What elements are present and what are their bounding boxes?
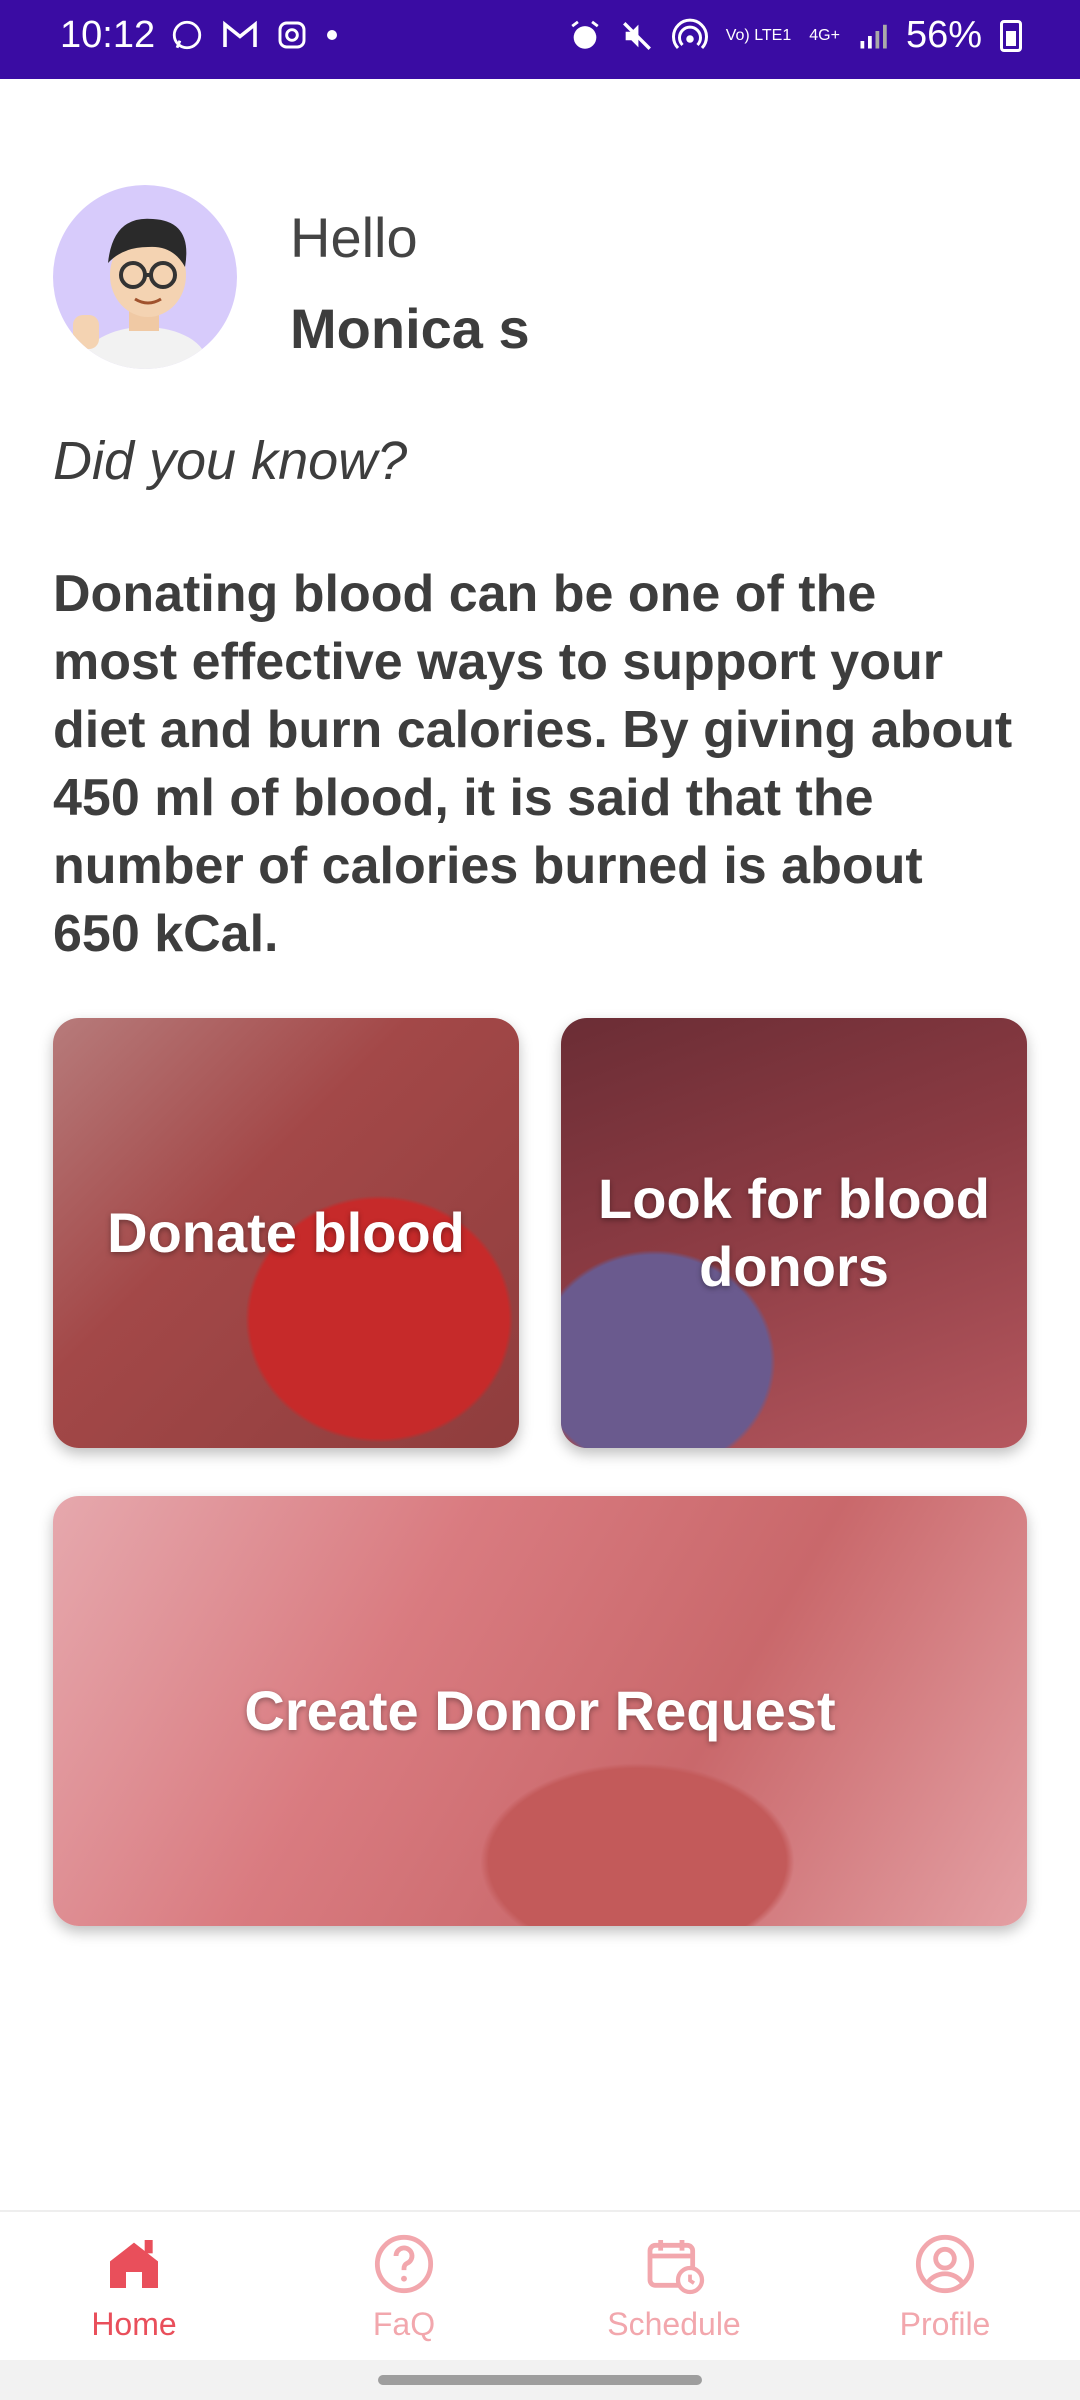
system-icons: Vo) LTE1 4G+ 56%	[568, 14, 1022, 57]
nav-profile[interactable]: Profile	[845, 2232, 1045, 2343]
nav-schedule-label: Schedule	[607, 2306, 741, 2342]
avatar[interactable]	[53, 185, 237, 369]
look-for-donors-label: Look for blood donors	[598, 1167, 990, 1298]
instagram-icon	[278, 21, 306, 49]
memoji-avatar-image	[73, 218, 207, 369]
question-icon	[374, 2234, 434, 2294]
gmail-icon	[223, 20, 257, 47]
status-time: 10:12	[60, 14, 156, 56]
nav-schedule[interactable]: Schedule	[574, 2232, 774, 2343]
look-for-donors-card[interactable]: Look for blood donors	[561, 1018, 1027, 1448]
user-name: Monica s	[290, 297, 530, 360]
dot-icon	[327, 30, 337, 40]
bottom-navigation: Home FaQ Schedule Profile	[0, 2210, 1080, 2362]
nav-faq[interactable]: FaQ	[304, 2232, 504, 2343]
blood-fact-text: Donating blood can be one of the most ef…	[53, 565, 1013, 963]
create-donor-request-label: Create Donor Request	[244, 1679, 836, 1742]
greeting-hello: Hello	[290, 206, 418, 269]
calendar-clock-icon	[647, 2240, 705, 2295]
status-bar: 10:12 Vo) LTE1 4G+ 56%	[0, 0, 1080, 79]
hotspot-icon	[671, 18, 708, 49]
volte-label: Vo) LTE1	[725, 26, 792, 44]
did-you-know-heading: Did you know?	[53, 431, 408, 491]
whatsapp-icon	[172, 20, 202, 50]
signal-icon	[860, 24, 887, 48]
mute-icon	[622, 21, 651, 50]
nav-faq-label: FaQ	[372, 2306, 436, 2342]
create-donor-request-card[interactable]: Create Donor Request	[53, 1496, 1027, 1926]
network-4g-label: 4G+	[809, 26, 840, 44]
battery-icon	[1000, 19, 1022, 52]
alarm-icon	[571, 20, 599, 49]
gesture-navigation-bar[interactable]	[378, 2375, 702, 2385]
notification-icons	[170, 18, 338, 52]
home-icon	[110, 2240, 158, 2288]
nav-profile-label: Profile	[899, 2306, 991, 2342]
nav-home-label: Home	[91, 2306, 177, 2342]
donate-blood-label: Donate blood	[107, 1201, 465, 1264]
user-icon	[915, 2234, 975, 2294]
nav-home[interactable]: Home	[34, 2232, 234, 2343]
donate-blood-card[interactable]: Donate blood	[53, 1018, 519, 1448]
battery-percent: 56%	[905, 14, 982, 56]
